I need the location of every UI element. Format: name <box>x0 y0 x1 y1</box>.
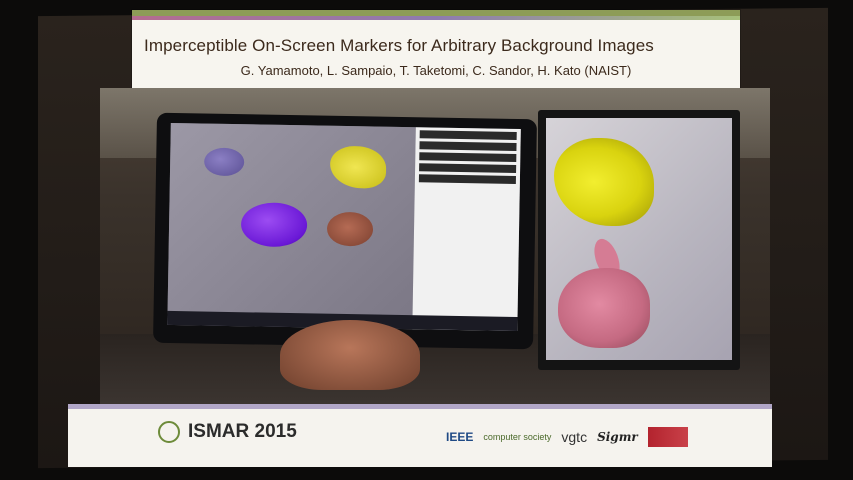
slide-title: Imperceptible On-Screen Markers for Arbi… <box>144 36 654 55</box>
sponsor-vgtc: vgtc <box>561 429 588 445</box>
dragon-small-model <box>329 145 387 189</box>
slide-header: Imperceptible On-Screen Markers for Arbi… <box>132 10 740 94</box>
header-stripe <box>132 16 740 20</box>
yellow-dragon-model <box>554 138 654 226</box>
sponsor-computer-society: computer society <box>483 432 552 442</box>
purple-teapot-model <box>240 202 308 248</box>
teapot-small-model <box>203 147 245 177</box>
sponsor-sigmr: Sigmr <box>597 430 638 444</box>
panel-row <box>419 130 517 140</box>
conference-name: ISMAR 2015 <box>188 421 297 442</box>
pink-bunny-model <box>558 268 650 348</box>
background-monitor <box>538 110 740 370</box>
hand <box>280 320 420 390</box>
tablet-device <box>153 112 537 350</box>
panel-row <box>418 174 516 184</box>
ismar-logo-icon <box>158 421 180 443</box>
demo-photo <box>100 88 770 404</box>
panel-row <box>419 152 517 162</box>
tablet-side-panel <box>412 127 521 332</box>
sponsor-ieee: IEEE <box>446 430 474 444</box>
tablet-display <box>167 122 521 332</box>
sponsor-logo-icon <box>647 427 688 447</box>
slide-authors: G. Yamamoto, L. Sampaio, T. Taketomi, C.… <box>240 63 632 78</box>
panel-row <box>419 141 517 151</box>
panel-row <box>419 163 517 173</box>
monitor-display <box>546 118 732 360</box>
slide-footer: ISMAR 2015 IEEE computer society vgtc Si… <box>68 404 772 467</box>
sponsor-logos: IEEE computer society vgtc Sigmr <box>446 425 712 449</box>
bunny-small-model <box>326 211 374 247</box>
ar-view <box>167 122 416 330</box>
